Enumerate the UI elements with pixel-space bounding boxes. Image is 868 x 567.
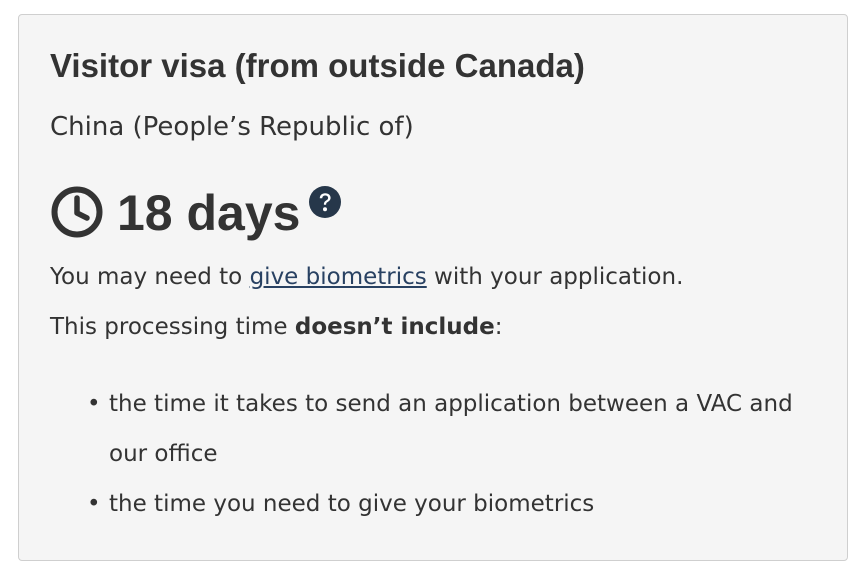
exclusions-intro: This processing time doesn’t include: bbox=[50, 311, 503, 343]
biometrics-notice-before: You may need to bbox=[50, 264, 250, 290]
list-item: • the time you need to give your biometri… bbox=[87, 479, 807, 529]
list-item: • the time it takes to send an applicatio… bbox=[87, 379, 807, 479]
exclusions-intro-bold: doesn’t include bbox=[294, 314, 495, 340]
card-title: Visitor visa (from outside Canada) bbox=[50, 47, 585, 84]
biometrics-notice-after: with your application. bbox=[426, 264, 684, 290]
exclusions-intro-before: This processing time bbox=[50, 314, 295, 340]
clock-icon bbox=[51, 186, 103, 238]
exclusions-list: • the time it takes to send an applicatio… bbox=[87, 379, 807, 529]
biometrics-notice: You may need to give biometrics with you… bbox=[50, 261, 683, 293]
question-circle-icon[interactable] bbox=[308, 185, 342, 219]
give-biometrics-link[interactable]: give biometrics bbox=[250, 264, 427, 290]
country-name: China (People’s Republic of) bbox=[50, 112, 414, 142]
processing-time-value: 18 days bbox=[117, 185, 301, 241]
list-item-text: the time you need to give your biometric… bbox=[109, 491, 595, 517]
list-item-text: the time it takes to send an application… bbox=[109, 391, 793, 467]
bullet-dot: • bbox=[87, 491, 101, 517]
exclusions-intro-after: : bbox=[494, 314, 503, 340]
bullet-dot: • bbox=[87, 391, 101, 417]
processing-time-card: Visitor visa (from outside Canada) China… bbox=[18, 14, 848, 561]
